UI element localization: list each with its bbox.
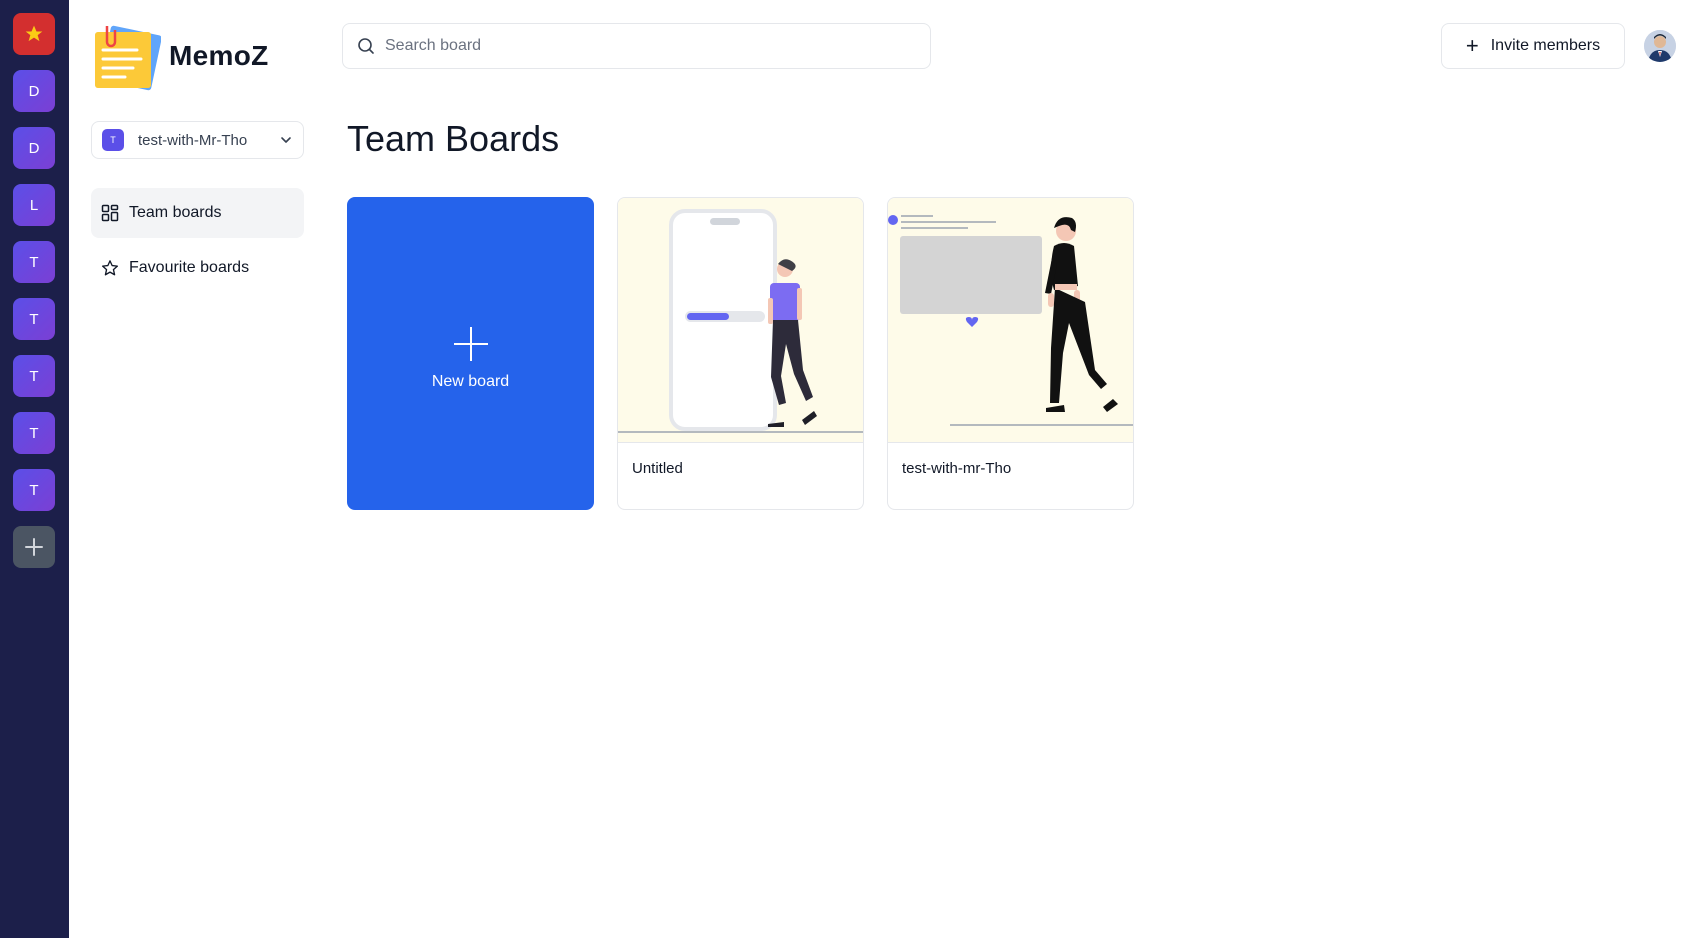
plus-icon bbox=[453, 326, 488, 361]
board-thumbnail bbox=[618, 198, 863, 443]
board-card[interactable]: test-with-mr-Tho bbox=[887, 197, 1134, 510]
star-icon bbox=[101, 260, 119, 276]
workspace-rail: D D L T T T T T bbox=[0, 0, 69, 938]
star-icon bbox=[25, 25, 43, 42]
new-board-card[interactable]: New board bbox=[347, 197, 594, 510]
workspace-selector[interactable]: T test-with-Mr-Tho bbox=[91, 121, 304, 159]
nav-team-boards[interactable]: Team boards bbox=[91, 188, 304, 238]
board-thumbnail bbox=[888, 198, 1133, 443]
nav-label: Favourite boards bbox=[129, 259, 250, 276]
board-title: test-with-mr-Tho bbox=[902, 460, 1012, 477]
invite-members-button[interactable]: + Invite members bbox=[1441, 23, 1625, 69]
rail-item-org[interactable]: T bbox=[13, 355, 55, 397]
rail-item-org[interactable]: T bbox=[13, 241, 55, 283]
user-photo-icon bbox=[1644, 30, 1676, 62]
nav-label: Team boards bbox=[129, 204, 222, 221]
rail-item-org[interactable]: T bbox=[13, 469, 55, 511]
plus-icon: + bbox=[1465, 33, 1479, 58]
search-icon bbox=[358, 38, 374, 54]
plus-icon bbox=[25, 538, 43, 556]
chevron-down-icon bbox=[281, 137, 291, 143]
search-bar[interactable] bbox=[342, 23, 931, 69]
board-card[interactable]: Untitled bbox=[617, 197, 864, 510]
sticky-notes-logo-icon bbox=[95, 25, 161, 91]
presentation-illustration-icon bbox=[888, 215, 1133, 426]
add-organization-button[interactable] bbox=[13, 526, 55, 568]
rail-item-org[interactable]: L bbox=[13, 184, 55, 226]
phone-progress-illustration-icon bbox=[618, 209, 863, 433]
search-input[interactable] bbox=[385, 37, 905, 55]
workspace-name: test-with-Mr-Tho bbox=[138, 131, 248, 149]
rail-item-org[interactable]: T bbox=[13, 412, 55, 454]
grid-icon bbox=[101, 204, 119, 222]
rail-item-starred[interactable] bbox=[13, 13, 55, 55]
app-logo[interactable]: MemoZ bbox=[91, 22, 268, 94]
invite-members-label: Invite members bbox=[1490, 37, 1601, 54]
nav-favourite-boards[interactable]: Favourite boards bbox=[91, 243, 304, 293]
new-board-label: New board bbox=[431, 372, 510, 390]
workspace-badge: T bbox=[102, 129, 124, 151]
board-title: Untitled bbox=[632, 460, 683, 477]
page-title: Team Boards bbox=[347, 118, 560, 159]
rail-item-org[interactable]: T bbox=[13, 298, 55, 340]
app-name: MemoZ bbox=[169, 40, 269, 71]
rail-item-org[interactable]: D bbox=[13, 127, 55, 169]
user-avatar[interactable] bbox=[1644, 30, 1676, 62]
rail-item-org[interactable]: D bbox=[13, 70, 55, 112]
